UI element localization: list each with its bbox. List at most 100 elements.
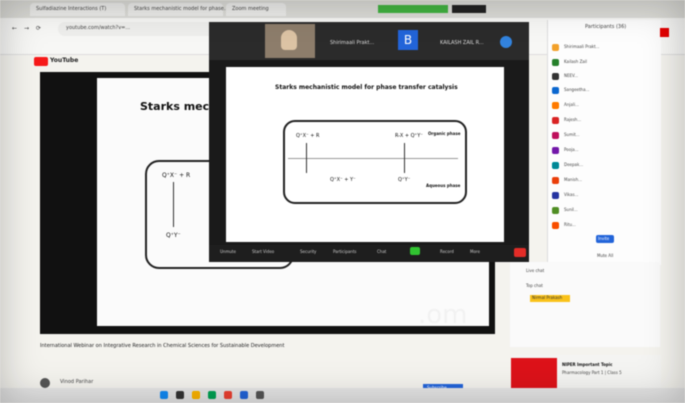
mute-all-button[interactable]: Mute All — [597, 253, 613, 258]
participant-row[interactable]: Pooja... — [552, 146, 652, 155]
avatar — [552, 117, 559, 124]
video-formula-bottom: Q⁺Y⁻ — [166, 232, 181, 239]
participant-video-tile[interactable] — [265, 24, 315, 58]
formula-right-bottom: Q⁺Y⁻ — [398, 177, 411, 183]
chat-line-3: Nirmal Prakash — [532, 295, 563, 300]
more-button[interactable]: More — [470, 249, 480, 254]
participant-row[interactable]: Ritu... — [552, 221, 652, 230]
participant-name: Pooja... — [564, 147, 579, 152]
mute-button[interactable]: Unmute — [220, 249, 236, 254]
participant-row[interactable]: Vikas... — [552, 191, 652, 200]
avatar — [552, 44, 559, 51]
close-panel-icon[interactable] — [660, 28, 669, 37]
zoom-top-bar — [452, 5, 486, 13]
invite-label: Invite — [598, 236, 610, 241]
participant-row[interactable]: Sunil... — [552, 206, 652, 215]
video-description: International Webinar on Integrative Res… — [40, 343, 510, 392]
participant-row[interactable]: Kailash Zail — [552, 58, 652, 67]
participant-name: Sunil... — [564, 207, 578, 212]
participant-name: Rajesh... — [564, 117, 582, 122]
participant-row[interactable]: Manish... — [552, 176, 652, 185]
video-button[interactable]: Start Video — [252, 249, 274, 254]
chat-button[interactable]: Chat — [377, 249, 386, 254]
participant-row[interactable]: Deepak... — [552, 161, 652, 170]
participant-name: Sumit... — [564, 132, 580, 137]
organic-phase-label: Organic phase — [428, 131, 461, 136]
video-watermark: .om — [418, 300, 468, 330]
formula-left-top: Q⁺X⁻ + R — [296, 133, 320, 139]
end-meeting-button[interactable] — [514, 248, 526, 257]
tab-1-label: Sulfadiazine Interactions (T) — [36, 6, 107, 12]
reload-icon[interactable]: ⟳ — [36, 25, 41, 32]
avatar — [552, 177, 559, 184]
security-button[interactable]: Security — [300, 249, 316, 254]
taskbar-app-icon[interactable] — [224, 391, 232, 399]
taskbar-app-icon[interactable] — [256, 391, 264, 399]
live-chat-panel — [510, 262, 660, 347]
youtube-logo-icon[interactable] — [34, 57, 48, 66]
participant-name: Vikas... — [564, 192, 579, 197]
participant-row[interactable]: Shirimaali Prakt... — [552, 43, 652, 52]
right-arrow — [404, 143, 405, 173]
participant-avatar-b: B — [398, 30, 418, 50]
forward-icon[interactable]: → — [24, 25, 29, 32]
browser-tab-2[interactable]: Starks mechanistic model for phase... — [128, 3, 229, 16]
photo-of-screen: Sulfadiazine Interactions (T) Starks mec… — [0, 0, 685, 403]
phase-boundary-line — [288, 158, 458, 159]
taskbar-app-icon[interactable] — [192, 391, 200, 399]
avatar — [552, 87, 559, 94]
aqueous-phase-label: Aqueous phase — [426, 183, 461, 188]
avatar — [552, 59, 559, 66]
participant-tile-1-name: Shirimaali Prakt... — [330, 40, 375, 46]
left-arrow — [306, 143, 307, 173]
participant-name: NEEV... — [564, 73, 579, 78]
tab-3-label: Zoom meeting — [232, 6, 269, 12]
formula-right-top: R-X + Q⁺Y⁻ — [395, 133, 423, 139]
participant-row[interactable]: Anjali... — [552, 101, 652, 110]
tab-2-label: Starks mechanistic model for phase... — [134, 6, 229, 12]
participants-button[interactable]: Participants — [333, 249, 357, 254]
participant-name: Sangeetha... — [564, 87, 590, 92]
avatar — [552, 162, 559, 169]
avatar — [552, 132, 559, 139]
taskbar-app-icon[interactable] — [208, 391, 216, 399]
share-screen-icon[interactable] — [410, 247, 420, 255]
chat-line-1: Live chat — [526, 268, 545, 273]
avatar — [552, 102, 559, 109]
suggested-video-subtitle: Pharmacology Part 1 | Class 5 — [562, 370, 622, 375]
avatar — [552, 207, 559, 214]
participant-name: Deepak... — [564, 162, 584, 167]
taskbar-app-icon[interactable] — [160, 391, 168, 399]
video-formula-top: Q⁺X⁻ + R — [162, 172, 191, 179]
os-taskbar — [0, 388, 685, 403]
avatar — [552, 222, 559, 229]
participant-name: Anjali... — [564, 102, 579, 107]
participant-name: Ritu... — [564, 222, 576, 227]
avatar — [552, 192, 559, 199]
participant-row[interactable]: Rajesh... — [552, 116, 652, 125]
avatar — [552, 73, 559, 80]
browser-tab-3[interactable]: Zoom meeting — [226, 3, 286, 16]
channel-avatar[interactable] — [40, 378, 50, 388]
participant-tile-2-name: KAILASH ZAIL R... — [440, 40, 484, 46]
participant-row[interactable]: NEEV... — [552, 72, 652, 81]
record-button[interactable]: Record — [440, 249, 454, 254]
browser-tab-1[interactable]: Sulfadiazine Interactions (T) — [30, 3, 125, 16]
chat-highlight: Nirmal Prakash — [530, 295, 570, 302]
chat-line-2: Top chat — [526, 283, 543, 288]
zoom-slide-title: Starks mechanistic model for phase trans… — [275, 84, 458, 91]
participant-name: Kailash Zail — [564, 59, 587, 64]
participant-row[interactable]: Sumit... — [552, 131, 652, 140]
taskbar-app-icon[interactable] — [240, 391, 248, 399]
address-text: youtube.com/watch?v=... — [66, 25, 131, 31]
participant-name: Manish... — [564, 177, 582, 182]
participant-row[interactable]: Sangeetha... — [552, 86, 652, 95]
participant-name: Shirimaali Prakt... — [564, 44, 600, 49]
avatar — [552, 147, 559, 154]
back-icon[interactable]: ← — [12, 25, 17, 32]
participant-face — [281, 30, 297, 50]
invite-button[interactable]: Invite — [596, 235, 614, 243]
zoom-green-status-bar — [378, 5, 448, 13]
taskbar-app-icon[interactable] — [176, 391, 184, 399]
channel-name[interactable]: Vinod Parihar — [60, 379, 93, 385]
